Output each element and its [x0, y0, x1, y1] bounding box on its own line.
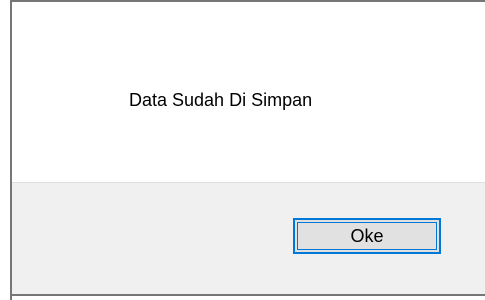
dialog-content: Data Sudah Di Simpan — [12, 2, 485, 182]
ok-button[interactable]: Oke — [293, 218, 441, 254]
dialog-frame-bottom — [10, 294, 485, 296]
dialog-message: Data Sudah Di Simpan — [129, 90, 313, 110]
dialog-button-bar: Oke — [12, 182, 485, 294]
message-dialog: Data Sudah Di Simpan Oke — [0, 0, 485, 300]
